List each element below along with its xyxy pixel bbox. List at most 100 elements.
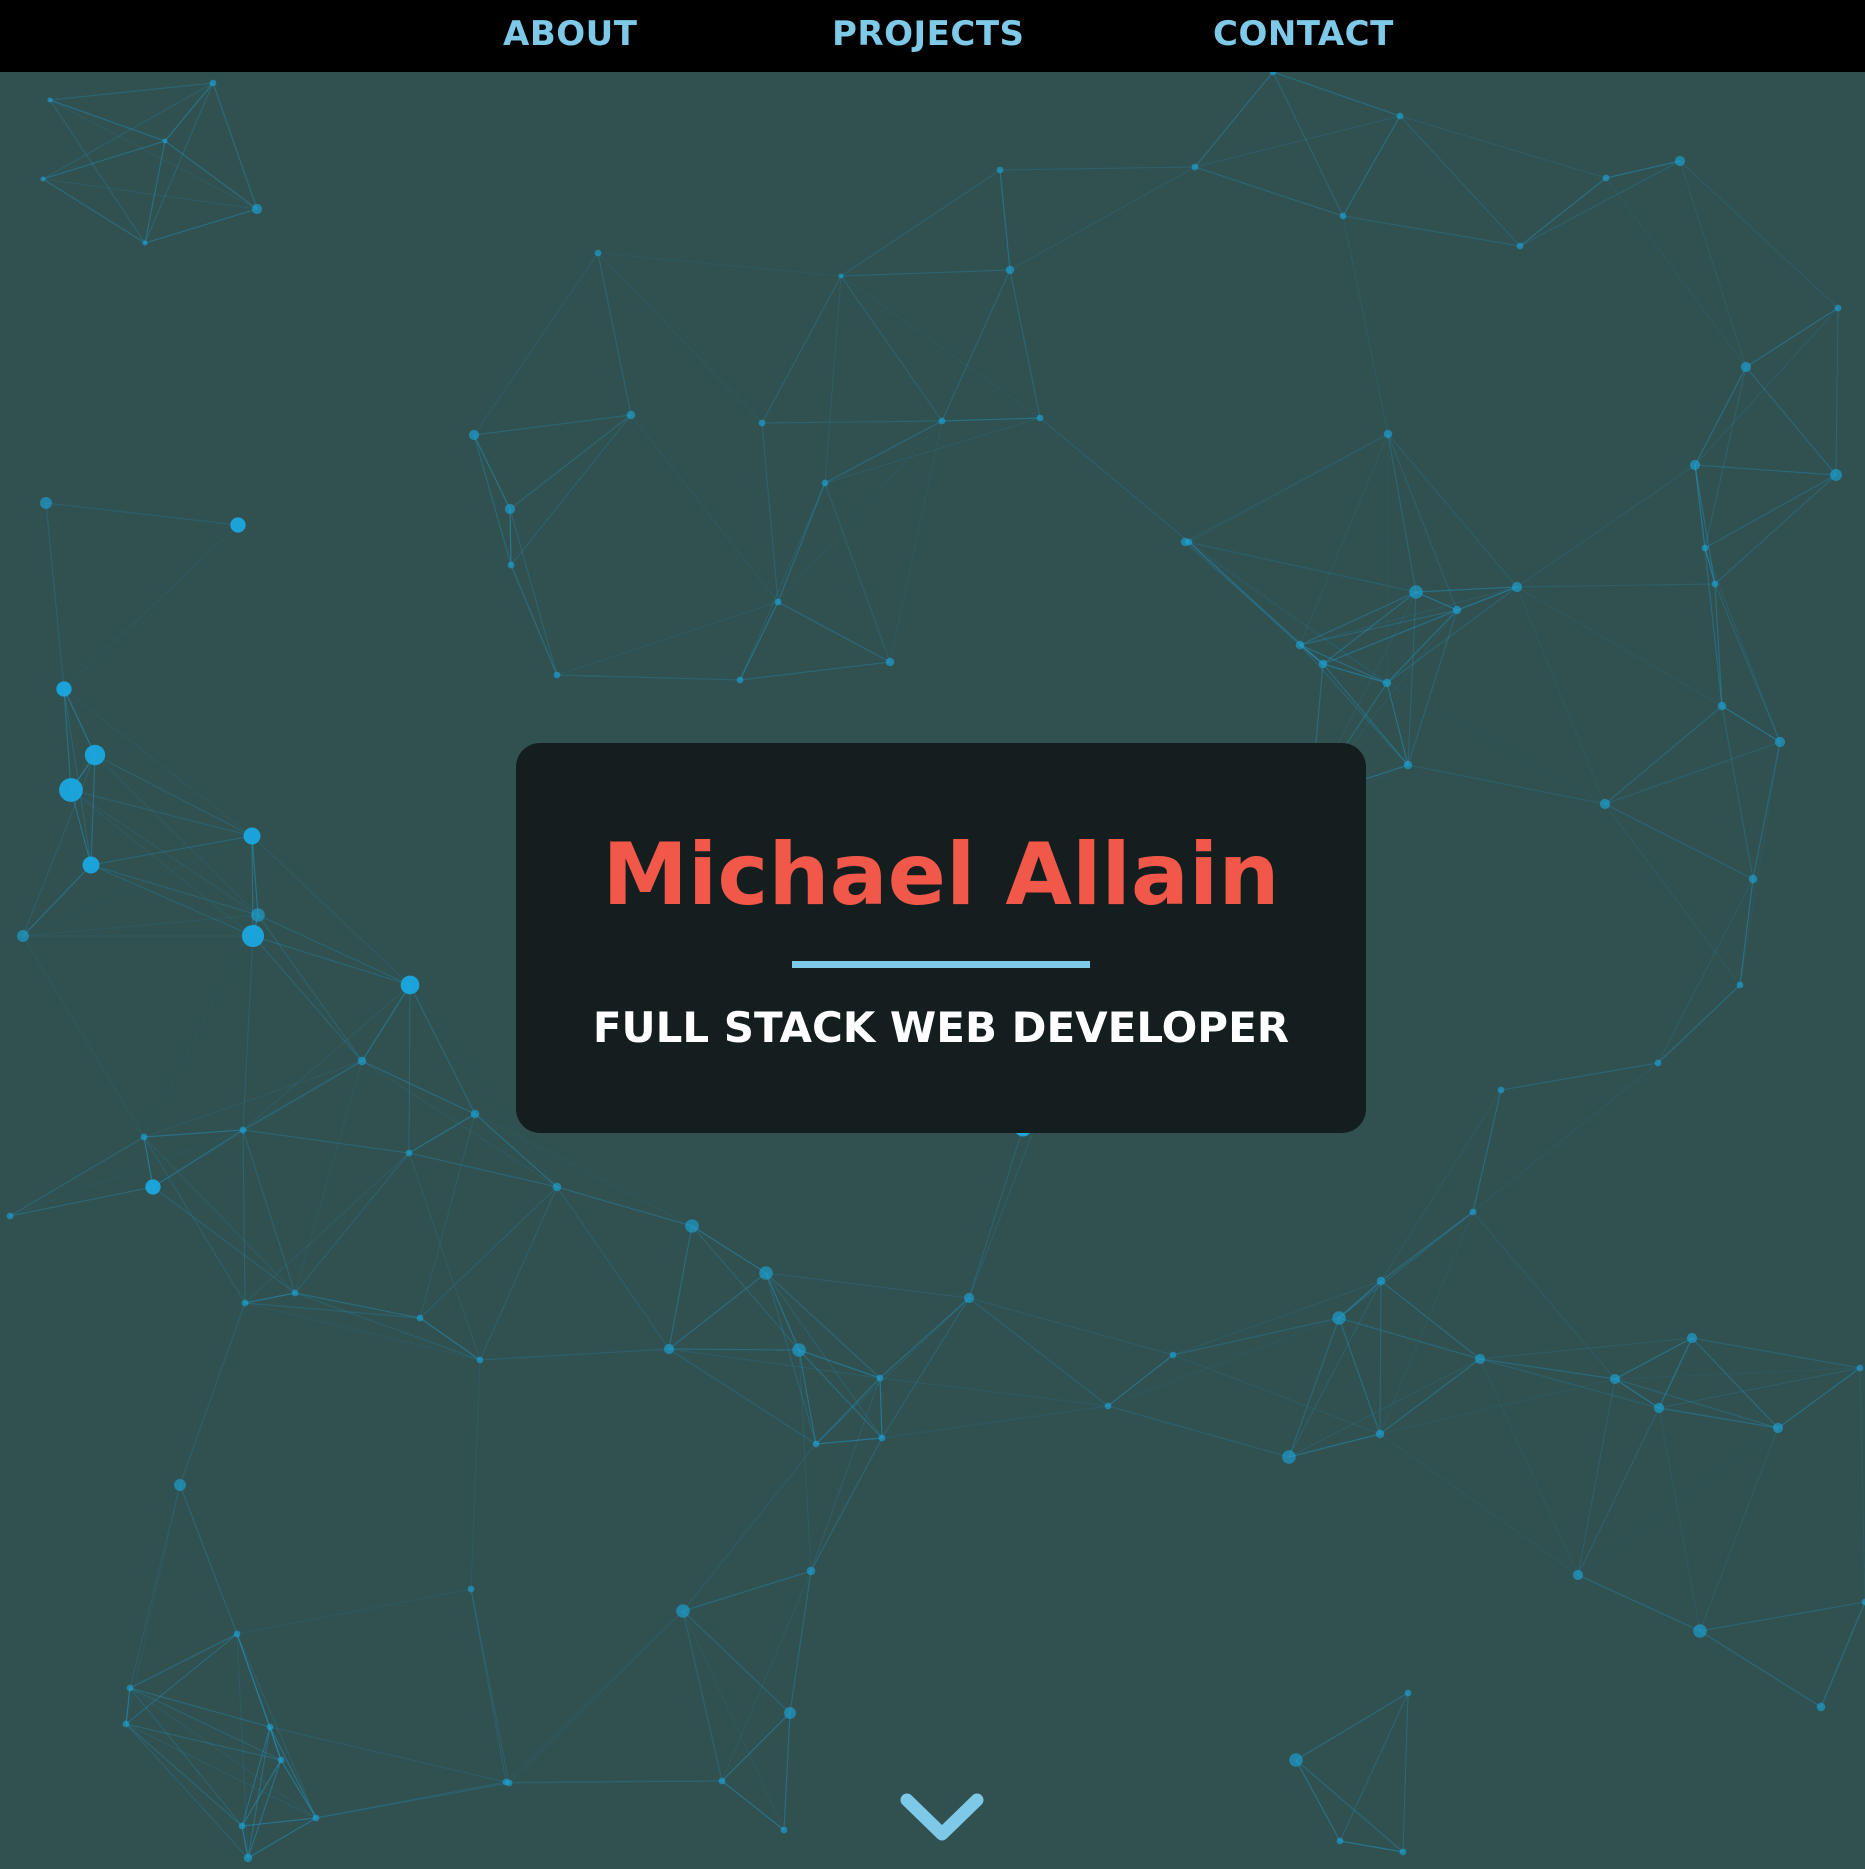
network-link — [125, 1484, 181, 1725]
network-link — [242, 1129, 296, 1294]
network-link — [1699, 1601, 1865, 1632]
nav-link-projects[interactable]: PROJECTS — [832, 0, 1025, 72]
network-node — [876, 1374, 884, 1382]
network-link — [1338, 1317, 1481, 1360]
network-link — [798, 1349, 883, 1439]
network-link — [810, 1437, 883, 1572]
network-node — [1834, 304, 1842, 312]
network-node — [1711, 580, 1719, 588]
network-node — [1336, 1837, 1344, 1845]
network-link — [294, 1292, 481, 1361]
network-link — [479, 1348, 670, 1361]
network-link — [1188, 541, 1388, 684]
page: ABOUT PROJECTS CONTACT Michael Allain FU… — [0, 0, 1865, 1869]
network-node — [84, 744, 106, 766]
network-link — [361, 1060, 476, 1115]
network-node — [1191, 163, 1199, 171]
network-node — [145, 1179, 161, 1195]
network-link — [9, 1136, 145, 1217]
network-link — [1386, 682, 1606, 805]
network-link — [879, 1377, 1109, 1407]
network-node — [1748, 874, 1758, 884]
network-link — [1188, 541, 1417, 593]
network-link — [143, 1136, 296, 1294]
network-node — [56, 681, 72, 697]
network-link — [824, 417, 1041, 484]
network-link — [90, 864, 254, 937]
network-node — [1104, 1402, 1112, 1410]
network-node — [1830, 469, 1842, 481]
network-node — [759, 1266, 773, 1280]
network-node — [1452, 605, 1462, 615]
network-node — [209, 79, 217, 87]
network-node — [233, 1630, 241, 1638]
network-link — [1380, 1089, 1502, 1282]
network-link — [1288, 1433, 1381, 1458]
network-link — [1338, 1280, 1382, 1319]
network-link — [125, 1687, 131, 1725]
network-link — [242, 1129, 246, 1304]
network-link — [247, 1759, 282, 1859]
network-node — [1686, 1332, 1698, 1344]
network-node — [505, 1779, 513, 1787]
network-link — [1694, 366, 1747, 466]
network-link — [45, 502, 65, 690]
network-link — [1379, 1280, 1382, 1435]
network-link — [252, 935, 411, 986]
network-link — [1288, 1317, 1340, 1458]
network-node — [1409, 585, 1423, 599]
network-link — [22, 864, 92, 937]
network-link — [1604, 803, 1754, 880]
nav-link-about[interactable]: ABOUT — [503, 0, 637, 72]
network-link — [1472, 1089, 1502, 1213]
network-node — [1339, 212, 1347, 220]
network-node — [1383, 429, 1393, 439]
network-link — [179, 1484, 238, 1635]
network-link — [244, 1302, 421, 1319]
nav-link-contact[interactable]: CONTACT — [1213, 0, 1394, 72]
network-link — [941, 417, 1041, 422]
network-node — [47, 97, 53, 103]
network-link — [45, 502, 239, 526]
network-link — [1835, 307, 1839, 476]
network-link — [509, 508, 512, 566]
network-link — [212, 82, 258, 210]
network-link — [765, 1272, 817, 1445]
network-link — [129, 1633, 238, 1689]
network-node — [1609, 1373, 1621, 1385]
network-node — [1404, 1689, 1412, 1697]
network-node — [553, 671, 561, 679]
network-link — [630, 414, 779, 603]
network-link — [1777, 1367, 1861, 1429]
scroll-down-button[interactable] — [897, 1786, 987, 1846]
network-link — [125, 1633, 238, 1725]
network-link — [242, 1129, 410, 1154]
network-link — [1338, 1317, 1381, 1435]
network-link — [244, 1292, 296, 1304]
network-node — [17, 930, 29, 942]
network-node — [140, 1133, 148, 1141]
network-node — [291, 1289, 299, 1297]
network-link — [94, 754, 253, 837]
network-node — [1282, 1450, 1296, 1464]
network-node — [806, 1566, 816, 1576]
network-node — [1169, 1351, 1177, 1359]
network-link — [125, 1723, 249, 1859]
network-node — [162, 138, 168, 144]
network-link — [510, 564, 558, 676]
network-link — [63, 688, 72, 791]
network-link — [999, 166, 1196, 171]
network-node — [1376, 1276, 1386, 1286]
network-node — [470, 1109, 480, 1119]
network-link — [1604, 741, 1781, 805]
network-link — [129, 1484, 181, 1689]
network-link — [881, 1405, 1109, 1439]
network-link — [1295, 1692, 1409, 1761]
network-node — [40, 176, 46, 182]
network-link — [1379, 1433, 1579, 1576]
network-link — [1604, 803, 1741, 986]
network-link — [1820, 1601, 1865, 1708]
network-link — [1519, 160, 1681, 247]
network-link — [408, 984, 411, 1154]
network-link — [419, 1317, 481, 1361]
